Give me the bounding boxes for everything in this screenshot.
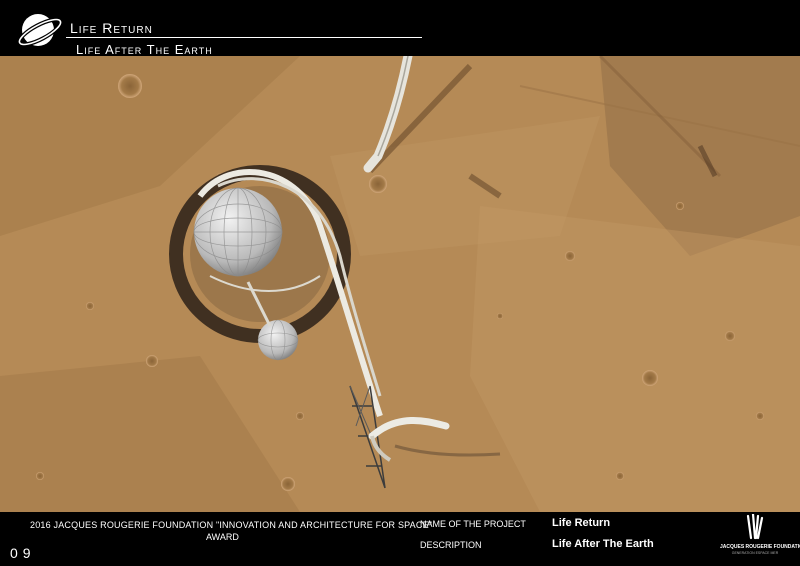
award-title: 2016 JACQUES ROUGERIE FOUNDATION "INNOVA…: [30, 520, 433, 530]
terrain-illustration: [0, 56, 800, 512]
page-number: 09: [10, 545, 36, 561]
foundation-mark-icon: [746, 514, 764, 540]
project-name-label: NAME OF THE PROJECT: [420, 519, 526, 529]
description-label: DESCRIPTION: [420, 540, 482, 550]
header-divider: [66, 37, 422, 38]
foundation-subtitle: GENERATION ESPACE MER: [731, 551, 779, 555]
project-description-value: Life After The Earth: [552, 538, 654, 550]
award-title-line-2: AWARD: [206, 532, 239, 542]
mars-surface-render: [0, 56, 800, 512]
foundation-logo: JACQUES ROUGERIE FOUNDATION GENERATION E…: [720, 514, 800, 562]
planet-icon: [17, 14, 63, 47]
project-name-value: Life Return: [552, 517, 611, 529]
foundation-name: JACQUES ROUGERIE FOUNDATION: [720, 544, 800, 550]
header-title: Life Return: [70, 20, 153, 36]
header-subtitle: Life After The Earth: [76, 42, 213, 57]
